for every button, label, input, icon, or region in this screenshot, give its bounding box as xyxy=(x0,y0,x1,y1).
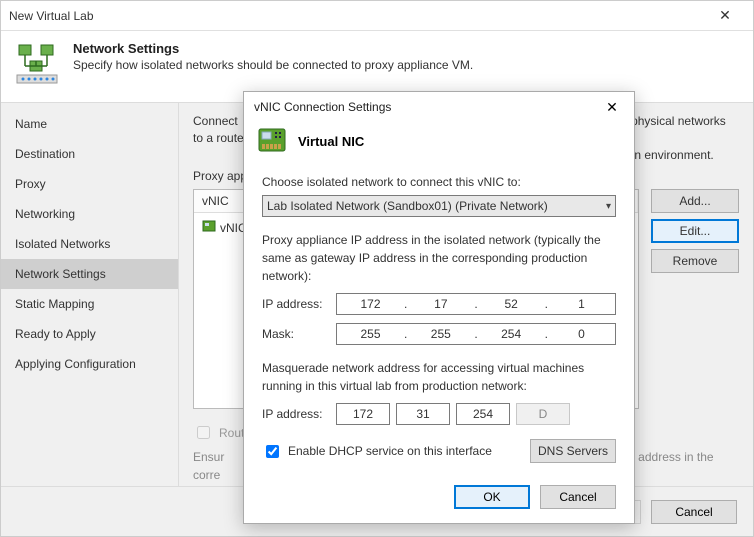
ip-octet-4[interactable]: 1 xyxy=(548,295,615,313)
masq-octet-3[interactable]: 254 xyxy=(456,403,510,425)
mask-label: Mask: xyxy=(262,325,328,343)
route-checkbox xyxy=(197,426,210,439)
mask-input[interactable]: 255. 255. 254. 0 xyxy=(336,323,616,345)
mask-octet-1[interactable]: 255 xyxy=(337,325,404,343)
dialog-title: vNIC Connection Settings xyxy=(254,100,600,114)
isolated-network-select[interactable]: Lab Isolated Network (Sandbox01) (Privat… xyxy=(262,195,616,217)
add-button[interactable]: Add... xyxy=(651,189,739,213)
masquerade-ip-label: IP address: xyxy=(262,405,328,423)
dialog-cancel-button[interactable]: Cancel xyxy=(540,485,616,509)
sidebar-item-destination[interactable]: Destination xyxy=(1,139,178,169)
dialog-heading: Virtual NIC xyxy=(298,134,364,149)
ip-octet-1[interactable]: 172 xyxy=(337,295,404,313)
dialog-header: Virtual NIC xyxy=(244,122,634,167)
dialog-titlebar: vNIC Connection Settings ✕ xyxy=(244,92,634,122)
page-subtitle: Specify how isolated networks should be … xyxy=(73,58,473,72)
sidebar-item-networking[interactable]: Networking xyxy=(1,199,178,229)
nic-row-icon xyxy=(202,219,216,236)
enable-dhcp-label: Enable DHCP service on this interface xyxy=(288,442,492,460)
masq-octet-2[interactable]: 31 xyxy=(396,403,450,425)
sidebar-item-ready-to-apply[interactable]: Ready to Apply xyxy=(1,319,178,349)
network-settings-icon xyxy=(15,41,59,88)
intro-left: Connect xyxy=(193,114,238,128)
enable-dhcp-checkbox[interactable] xyxy=(266,445,279,458)
sidebar-item-proxy[interactable]: Proxy xyxy=(1,169,178,199)
mask-row: Mask: 255. 255. 254. 0 xyxy=(262,323,616,345)
sidebar-item-static-mapping[interactable]: Static Mapping xyxy=(1,289,178,319)
main-window: New Virtual Lab ✕ Network Settings Speci… xyxy=(0,0,754,537)
masquerade-ip-input: 172 31 254 D xyxy=(336,403,616,425)
cancel-button[interactable]: Cancel xyxy=(651,500,737,524)
ip-address-label: IP address: xyxy=(262,295,328,313)
ip-octet-3[interactable]: 52 xyxy=(478,295,545,313)
ip-address-row: IP address: 172. 17. 52. 1 xyxy=(262,293,616,315)
proxy-ip-description: Proxy appliance IP address in the isolat… xyxy=(262,231,616,285)
mask-octet-2[interactable]: 255 xyxy=(407,325,474,343)
grid-side-buttons: Add... Edit... Remove xyxy=(651,189,739,273)
dialog-buttons: OK Cancel xyxy=(244,475,634,523)
ip-address-input[interactable]: 172. 17. 52. 1 xyxy=(336,293,616,315)
mask-octet-4[interactable]: 0 xyxy=(548,325,615,343)
masq-octet-1[interactable]: 172 xyxy=(336,403,390,425)
page-title: Network Settings xyxy=(73,41,473,56)
edit-button[interactable]: Edit... xyxy=(651,219,739,243)
chevron-down-icon: ▾ xyxy=(606,199,611,214)
header-text: Network Settings Specify how isolated ne… xyxy=(73,41,473,88)
sidebar-item-applying-configuration[interactable]: Applying Configuration xyxy=(1,349,178,379)
window-close-button[interactable]: ✕ xyxy=(705,7,745,24)
dns-servers-button[interactable]: DNS Servers xyxy=(530,439,616,463)
masq-octet-4: D xyxy=(516,403,570,425)
sidebar-item-name[interactable]: Name xyxy=(1,109,178,139)
dialog-body: Choose isolated network to connect this … xyxy=(244,167,634,475)
ok-button[interactable]: OK xyxy=(454,485,530,509)
remove-button[interactable]: Remove xyxy=(651,249,739,273)
window-title: New Virtual Lab xyxy=(9,9,705,23)
ip-octet-2[interactable]: 17 xyxy=(407,295,474,313)
hint-left: Ensur xyxy=(193,450,224,464)
titlebar: New Virtual Lab ✕ xyxy=(1,1,753,31)
sidebar-item-network-settings[interactable]: Network Settings xyxy=(1,259,178,289)
choose-network-label: Choose isolated network to connect this … xyxy=(262,173,616,191)
virtual-nic-icon xyxy=(258,126,286,157)
sidebar-item-isolated-networks[interactable]: Isolated Networks xyxy=(1,229,178,259)
wizard-steps-sidebar: Name Destination Proxy Networking Isolat… xyxy=(1,103,179,486)
masquerade-description: Masquerade network address for accessing… xyxy=(262,359,616,395)
dialog-close-button[interactable]: ✕ xyxy=(600,99,624,116)
dhcp-row: Enable DHCP service on this interface DN… xyxy=(262,439,616,463)
isolated-network-value: Lab Isolated Network (Sandbox01) (Privat… xyxy=(267,197,548,215)
mask-octet-3[interactable]: 254 xyxy=(478,325,545,343)
masquerade-ip-row: IP address: 172 31 254 D xyxy=(262,403,616,425)
vnic-connection-settings-dialog: vNIC Connection Settings ✕ Virtual NIC C… xyxy=(243,91,635,524)
